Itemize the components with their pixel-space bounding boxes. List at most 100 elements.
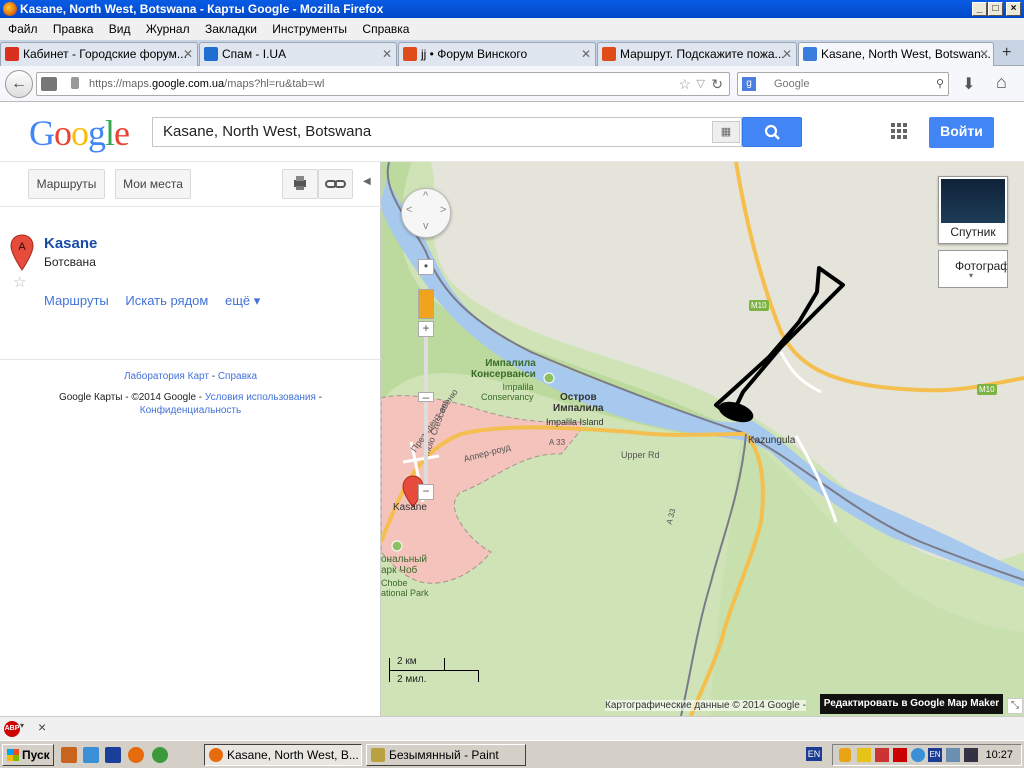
nearby-link[interactable]: Искать рядом	[125, 293, 208, 308]
google-logo[interactable]: Google	[29, 112, 130, 154]
home-icon[interactable]: ⌂	[996, 72, 1007, 93]
tab-kasane[interactable]: Kasane, North West, Botswan... ✕	[798, 42, 994, 66]
close-tab-icon[interactable]: ✕	[183, 43, 193, 65]
close-tab-icon[interactable]: ✕	[782, 43, 792, 65]
new-tab-button[interactable]: +	[1002, 44, 1011, 62]
map-copyright: Картографические данные © 2014 Google -	[605, 700, 806, 711]
adblock-icon[interactable]: ABP	[4, 721, 20, 737]
menu-history[interactable]: Журнал	[146, 22, 190, 36]
collapse-panel-icon[interactable]: ◀	[363, 176, 371, 187]
quicklaunch-torrent-icon[interactable]	[152, 747, 168, 763]
maps-lab-link[interactable]: Лаборатория Карт	[124, 371, 209, 382]
minimize-button[interactable]: _	[972, 2, 987, 16]
privacy-link[interactable]: Конфиденциальность	[140, 405, 241, 416]
reload-icon[interactable]: ↻	[711, 73, 723, 95]
reset-view-button[interactable]: •	[418, 259, 434, 275]
more-link[interactable]: ещё ▾	[225, 293, 260, 308]
expand-icon[interactable]: ⤡	[1007, 698, 1023, 714]
apps-grid-icon[interactable]	[891, 123, 907, 139]
iua-icon	[204, 47, 218, 61]
zoom-out-button[interactable]: −	[418, 484, 434, 500]
update-icon[interactable]	[911, 748, 925, 762]
save-star-icon[interactable]: ☆	[13, 273, 26, 291]
google-search-engine-icon[interactable]: g	[742, 77, 756, 91]
keyboard-icon[interactable]: ▦	[712, 121, 740, 143]
quicklaunch-ie-icon[interactable]	[83, 747, 99, 763]
result-title[interactable]: Kasane	[44, 235, 97, 252]
language-indicator[interactable]: EN	[806, 747, 822, 761]
road-label-m10: M10	[979, 385, 995, 394]
search-icon[interactable]: ⚲	[936, 73, 944, 95]
menu-bookmarks[interactable]: Закладки	[205, 22, 257, 36]
url-bar[interactable]: https://maps.google.com.ua/maps?hl=ru&ta…	[36, 72, 730, 96]
bookmark-star-icon[interactable]: ☆	[678, 73, 691, 95]
zoom-in-button[interactable]: +	[418, 321, 434, 337]
label-kazungula[interactable]: Kazungula	[748, 435, 795, 446]
pan-control[interactable]: ^ < > v	[401, 188, 451, 238]
close-window-button[interactable]: ×	[1006, 2, 1021, 16]
help-link[interactable]: Справка	[218, 371, 257, 382]
tab-forum-vinsky[interactable]: jj • Форум Винского ✕	[398, 42, 596, 66]
link-button[interactable]	[318, 169, 353, 199]
taskbar-item-firefox[interactable]: Kasane, North West, B...	[204, 744, 362, 766]
terms-link[interactable]: Условия использования	[205, 392, 316, 403]
label-ostrov-impalila: Остров Импалила	[553, 392, 604, 414]
start-button[interactable]: Пуск	[2, 744, 54, 766]
taskbar-item-paint[interactable]: Безымянный - Paint	[366, 744, 526, 766]
maps-search-input[interactable]: Kasane, North West, Botswana	[152, 117, 742, 147]
close-tab-icon[interactable]: ✕	[979, 43, 989, 65]
quicklaunch-save-icon[interactable]	[105, 747, 121, 763]
tab-label: jj • Форум Винского	[421, 47, 528, 61]
login-button[interactable]: Войти	[929, 117, 994, 148]
print-button[interactable]	[282, 169, 318, 199]
volume-icon[interactable]	[875, 748, 889, 762]
label-kasane[interactable]: Kasane	[393, 502, 427, 513]
menu-tools[interactable]: Инструменты	[272, 22, 347, 36]
routes-link[interactable]: Маршруты	[44, 293, 109, 308]
zoom-slider-track[interactable]	[424, 337, 428, 492]
dropdown-icon[interactable]: ▽	[697, 73, 705, 95]
satellite-toggle[interactable]: Спутник	[938, 176, 1008, 244]
my-places-button[interactable]: Мои места	[115, 169, 191, 199]
map-canvas[interactable]: M10 M10 Импалила Консерванси Impalila Co…	[381, 162, 1024, 716]
tab-cabinet[interactable]: Кабинет - Городские форум... ✕	[0, 42, 198, 66]
map-maker-link[interactable]: Редактировать в Google Map Maker	[820, 694, 1003, 714]
download-icon[interactable]: ⬇	[962, 74, 975, 94]
routes-button[interactable]: Маршруты	[28, 169, 105, 199]
app-tray-icon[interactable]	[893, 748, 907, 762]
menu-file[interactable]: Файл	[8, 22, 38, 36]
close-addon-bar-icon[interactable]: ×	[38, 719, 46, 735]
pan-up-icon[interactable]: ^	[423, 190, 428, 202]
menu-edit[interactable]: Правка	[53, 22, 94, 36]
photos-toggle[interactable]: Фотографии ▾	[938, 250, 1008, 288]
scale-km-label: 2 км	[397, 656, 417, 667]
chevron-down-icon[interactable]: ▾	[20, 721, 24, 730]
quicklaunch-firefox-icon[interactable]	[128, 747, 144, 763]
forum-icon	[602, 47, 616, 61]
zoom-slider-handle[interactable]: –	[418, 391, 434, 403]
tab-spam[interactable]: Спам - I.UA ✕	[199, 42, 397, 66]
pan-right-icon[interactable]: >	[440, 204, 446, 216]
close-tab-icon[interactable]: ✕	[382, 43, 392, 65]
scale-tick	[478, 670, 479, 682]
browser-search-input[interactable]: g Google ⚲	[737, 72, 949, 96]
network-icon[interactable]	[857, 748, 871, 762]
road-label-upper: Upper Rd	[621, 450, 660, 460]
close-tab-icon[interactable]: ✕	[581, 43, 591, 65]
pan-left-icon[interactable]: <	[406, 204, 412, 216]
maximize-button[interactable]: □	[988, 2, 1003, 16]
security-icon[interactable]	[839, 748, 851, 762]
back-button[interactable]: ←	[5, 70, 33, 98]
pan-down-icon[interactable]: v	[423, 220, 429, 232]
menu-view[interactable]: Вид	[109, 22, 131, 36]
tray-language-icon[interactable]: EN	[928, 748, 942, 762]
maps-search-button[interactable]	[742, 117, 802, 147]
menu-help[interactable]: Справка	[362, 22, 409, 36]
tab-route[interactable]: Маршрут. Подскажите пожа... ✕	[597, 42, 797, 66]
monitor-icon[interactable]	[964, 748, 978, 762]
pegman-icon[interactable]	[418, 289, 434, 319]
label-chobe-ru: ональный арк Чоб	[381, 554, 427, 576]
display-icon[interactable]	[946, 748, 960, 762]
desktop: Kasane, North West, Botswana - Карты Goo…	[0, 0, 1024, 768]
quicklaunch-folder-icon[interactable]	[61, 747, 77, 763]
